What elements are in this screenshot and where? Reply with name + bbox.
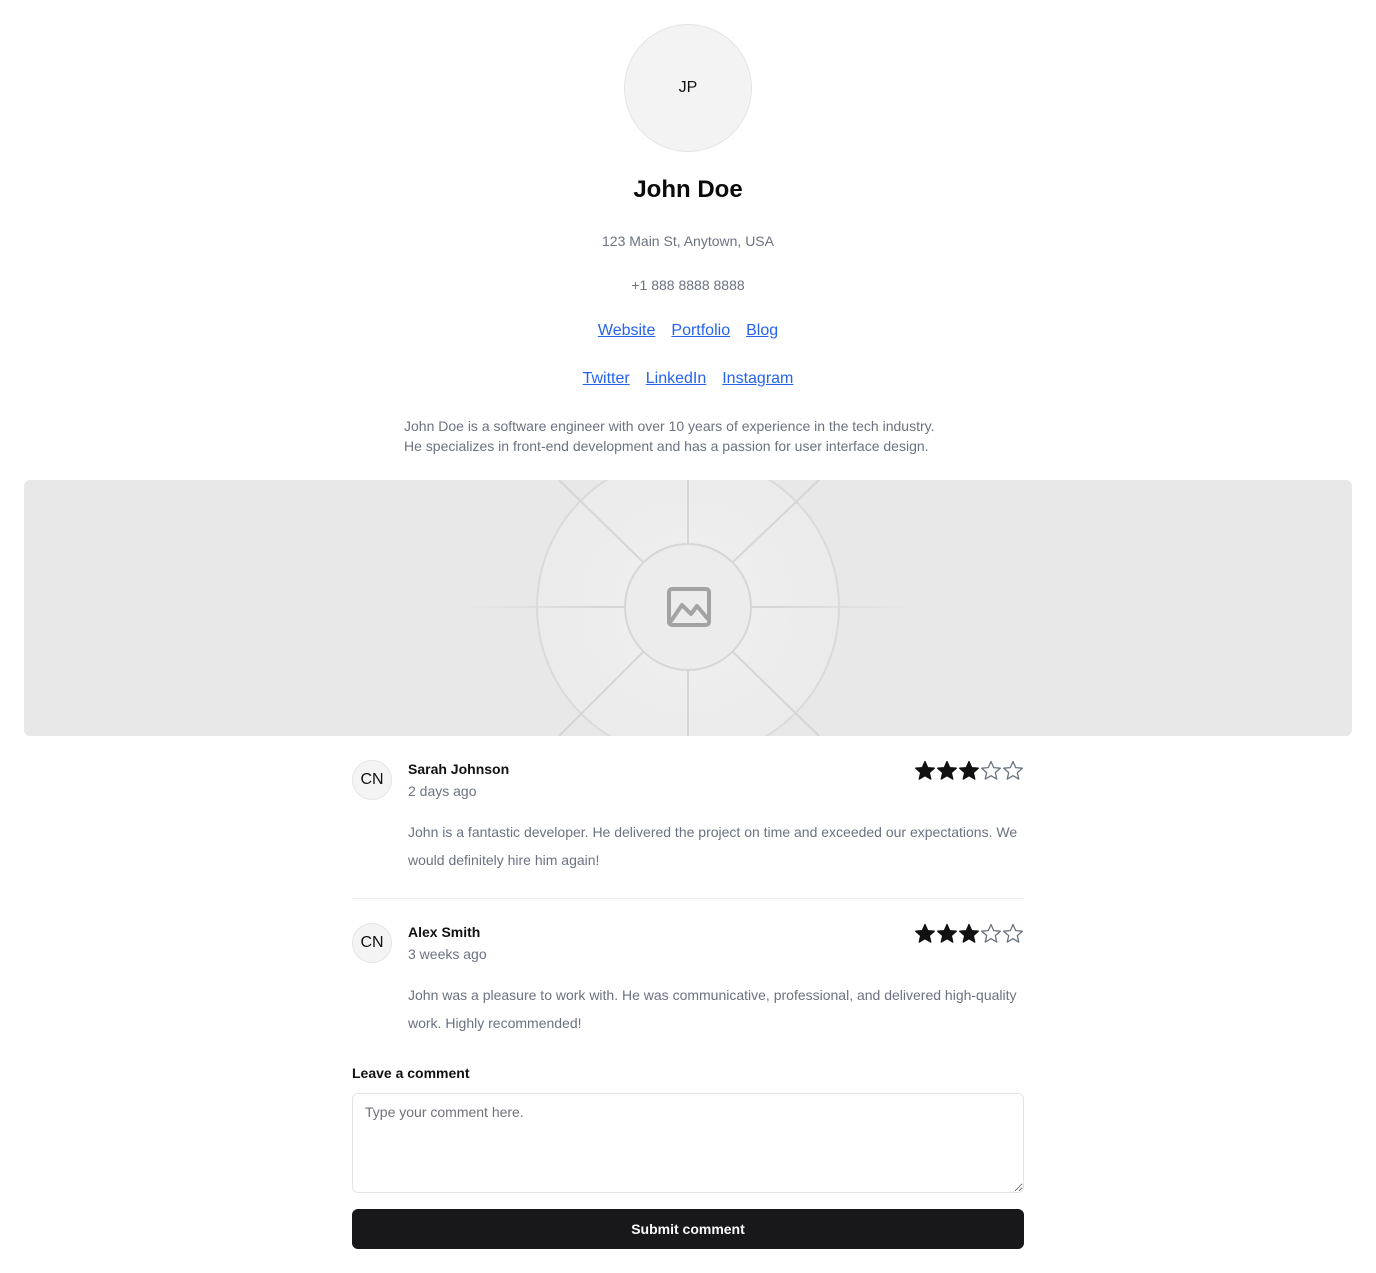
reviewer-name: Sarah Johnson — [408, 761, 510, 777]
blog-link[interactable]: Blog — [746, 322, 778, 340]
star-filled-icon — [915, 760, 935, 780]
star-rating — [914, 923, 1024, 943]
profile-links: Website Portfolio Blog — [0, 322, 1376, 340]
star-filled-icon — [959, 760, 979, 780]
profile-address: 123 Main St, Anytown, USA — [602, 233, 774, 249]
reviewer-avatar: CN — [352, 760, 392, 800]
star-filled-icon — [959, 923, 979, 943]
linkedin-link[interactable]: LinkedIn — [646, 370, 707, 388]
reviews-list: CN Sarah Johnson 2 days ago John is a fa… — [352, 756, 1024, 1049]
star-filled-icon — [937, 760, 957, 780]
bio-line: John Doe is a software engineer with ove… — [404, 418, 935, 434]
bio-line: He specializes in front-end development … — [404, 438, 929, 454]
star-empty-icon — [981, 923, 1001, 943]
review-text: John was a pleasure to work with. He was… — [408, 987, 1017, 1031]
review-item: CN Alex Smith 3 weeks ago John was a ple… — [352, 919, 1024, 1049]
twitter-link[interactable]: Twitter — [583, 370, 630, 388]
profile-name: John Doe — [633, 176, 743, 203]
comment-label: Leave a comment — [352, 1065, 470, 1081]
reviewer-initials: CN — [360, 771, 384, 788]
portfolio-link[interactable]: Portfolio — [671, 322, 730, 340]
social-links: Twitter LinkedIn Instagram — [0, 370, 1376, 388]
profile-avatar: JP — [624, 24, 752, 152]
review-text: John is a fantastic developer. He delive… — [408, 824, 1018, 868]
star-rating — [914, 760, 1024, 780]
reviewer-name: Alex Smith — [408, 924, 481, 940]
star-filled-icon — [937, 923, 957, 943]
star-empty-icon — [981, 760, 1001, 780]
review-time: 2 days ago — [408, 783, 477, 799]
reviewer-avatar: CN — [352, 923, 392, 963]
star-empty-icon — [1003, 760, 1023, 780]
review-time: 3 weeks ago — [408, 946, 487, 962]
profile-bio: John Doe is a software engineer with ove… — [404, 416, 1004, 456]
avatar-initials: JP — [678, 79, 698, 96]
reviewer-initials: CN — [360, 934, 384, 951]
banner-image-placeholder — [24, 480, 1352, 736]
comment-textarea[interactable] — [352, 1093, 1024, 1193]
star-empty-icon — [1003, 923, 1023, 943]
profile-phone: +1 888 8888 8888 — [631, 277, 745, 293]
image-placeholder-icon — [24, 480, 1352, 736]
star-filled-icon — [915, 923, 935, 943]
submit-comment-button[interactable]: Submit comment — [352, 1209, 1024, 1249]
instagram-link[interactable]: Instagram — [722, 370, 793, 388]
review-item: CN Sarah Johnson 2 days ago John is a fa… — [352, 756, 1024, 899]
website-link[interactable]: Website — [598, 322, 656, 340]
